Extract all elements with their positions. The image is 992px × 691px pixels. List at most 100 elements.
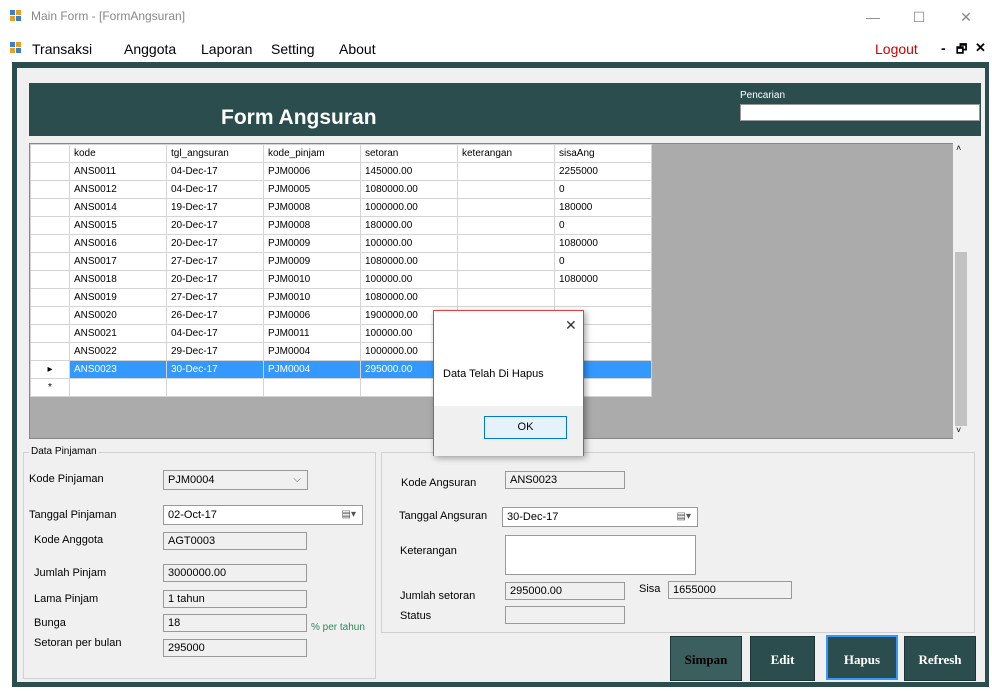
cell-sisa-ang[interactable]: 0 — [554, 180, 652, 199]
table-row[interactable]: ANS0014 19-Dec-17 PJM0008 1000000.00 180000 — [30, 198, 652, 217]
cell-kode[interactable]: ANS0022 — [69, 342, 167, 361]
cell-kode-pinjam[interactable]: PJM0011 — [263, 324, 361, 343]
cell-tgl-angsuran[interactable]: 27-Dec-17 — [166, 288, 264, 307]
cell-kode[interactable]: ANS0020 — [69, 306, 167, 325]
new-row-cell[interactable] — [263, 378, 361, 397]
hapus-button[interactable]: Hapus — [826, 635, 898, 680]
close-button[interactable]: ✕ — [946, 4, 986, 30]
cell-tgl-angsuran[interactable]: 29-Dec-17 — [166, 342, 264, 361]
row-header[interactable] — [30, 198, 70, 217]
column-header-kode-pinjam[interactable]: kode_pinjam — [263, 144, 361, 163]
row-header[interactable] — [30, 180, 70, 199]
menu-laporan[interactable]: Laporan — [201, 41, 252, 57]
refresh-button[interactable]: Refresh — [904, 636, 976, 681]
maximize-button[interactable]: ☐ — [899, 4, 939, 30]
cell-kode-pinjam[interactable]: PJM0010 — [263, 288, 361, 307]
cell-setoran[interactable]: 1080000.00 — [360, 180, 458, 199]
tanggal-angsuran-picker[interactable]: 30-Dec-17 ▤▾ — [502, 507, 698, 527]
row-header[interactable] — [30, 342, 70, 361]
cell-tgl-angsuran[interactable]: 19-Dec-17 — [166, 198, 264, 217]
menu-transaksi[interactable]: Transaksi — [32, 41, 92, 57]
cell-keterangan[interactable] — [457, 216, 555, 235]
cell-sisa-ang[interactable]: 180000 — [554, 198, 652, 217]
cell-keterangan[interactable] — [457, 198, 555, 217]
row-header[interactable] — [30, 252, 70, 271]
sisa-field[interactable]: 1655000 — [668, 581, 792, 599]
cell-kode[interactable]: ANS0011 — [69, 162, 167, 181]
scroll-up-icon[interactable]: ˄ — [956, 143, 961, 153]
cell-keterangan[interactable] — [457, 162, 555, 181]
cell-tgl-angsuran[interactable]: 20-Dec-17 — [166, 270, 264, 289]
cell-kode[interactable]: ANS0017 — [69, 252, 167, 271]
kode-anggota-field[interactable]: AGT0003 — [163, 532, 307, 550]
cell-keterangan[interactable] — [457, 252, 555, 271]
cell-sisa-ang[interactable]: 0 — [554, 252, 652, 271]
cell-sisa-ang[interactable]: 1080000 — [554, 270, 652, 289]
row-header[interactable] — [30, 288, 70, 307]
cell-kode[interactable]: ANS0015 — [69, 216, 167, 235]
child-minimize-icon[interactable]: - — [941, 40, 946, 56]
cell-tgl-angsuran[interactable]: 30-Dec-17 — [166, 360, 264, 379]
cell-kode-pinjam[interactable]: PJM0008 — [263, 198, 361, 217]
dialog-close-icon[interactable]: ✕ — [565, 317, 577, 334]
cell-kode-pinjam[interactable]: PJM0006 — [263, 162, 361, 181]
minimize-button[interactable]: — — [853, 4, 893, 30]
cell-kode-pinjam[interactable]: PJM0006 — [263, 306, 361, 325]
table-row[interactable]: ANS0016 20-Dec-17 PJM0009 100000.00 1080000 — [30, 234, 652, 253]
keterangan-textarea[interactable] — [505, 535, 696, 575]
new-row-cell[interactable] — [69, 378, 167, 397]
cell-tgl-angsuran[interactable]: 04-Dec-17 — [166, 162, 264, 181]
column-header-keterangan[interactable]: keterangan — [457, 144, 555, 163]
kode-pinjaman-combo[interactable]: PJM0004 ⌵ — [163, 470, 308, 490]
cell-kode[interactable]: ANS0019 — [69, 288, 167, 307]
cell-sisa-ang[interactable]: 1080000 — [554, 234, 652, 253]
cell-setoran[interactable]: 100000.00 — [360, 270, 458, 289]
cell-setoran[interactable]: 1080000.00 — [360, 252, 458, 271]
cell-kode[interactable]: ANS0016 — [69, 234, 167, 253]
cell-kode[interactable]: ANS0021 — [69, 324, 167, 343]
menu-anggota[interactable]: Anggota — [124, 41, 176, 57]
table-row[interactable]: ANS0015 20-Dec-17 PJM0008 180000.00 0 — [30, 216, 652, 235]
cell-keterangan[interactable] — [457, 180, 555, 199]
cell-tgl-angsuran[interactable]: 26-Dec-17 — [166, 306, 264, 325]
cell-setoran[interactable]: 1000000.00 — [360, 198, 458, 217]
cell-kode[interactable]: ANS0018 — [69, 270, 167, 289]
cell-keterangan[interactable] — [457, 234, 555, 253]
column-header-sisa-ang[interactable]: sisaAng — [554, 144, 652, 163]
search-input[interactable] — [740, 104, 980, 121]
table-row[interactable]: ANS0019 27-Dec-17 PJM0010 1080000.00 — [30, 288, 652, 307]
jumlah-pinjam-field[interactable]: 3000000.00 — [163, 564, 307, 582]
scroll-down-icon[interactable]: ˅ — [956, 425, 961, 435]
column-header-setoran[interactable]: setoran — [360, 144, 458, 163]
row-header[interactable] — [30, 216, 70, 235]
row-header[interactable] — [30, 324, 70, 343]
row-header[interactable]: ▸ — [30, 360, 70, 379]
lama-pinjam-field[interactable]: 1 tahun — [163, 590, 307, 608]
setoran-per-bulan-field[interactable]: 295000 — [163, 639, 307, 657]
row-header[interactable] — [30, 234, 70, 253]
cell-sisa-ang[interactable]: 2255000 — [554, 162, 652, 181]
child-close-icon[interactable]: ✕ — [975, 40, 986, 56]
simpan-button[interactable]: Simpan — [670, 636, 742, 681]
cell-kode-pinjam[interactable]: PJM0009 — [263, 252, 361, 271]
kode-angsuran-field[interactable]: ANS0023 — [505, 471, 625, 489]
column-header-kode[interactable]: kode — [69, 144, 167, 163]
grid-scroll-thumb[interactable] — [955, 252, 967, 426]
cell-kode-pinjam[interactable]: PJM0004 — [263, 342, 361, 361]
cell-tgl-angsuran[interactable]: 04-Dec-17 — [166, 324, 264, 343]
child-restore-icon[interactable]: 🗗 — [956, 40, 967, 61]
cell-sisa-ang[interactable] — [554, 288, 652, 307]
cell-setoran[interactable]: 145000.00 — [360, 162, 458, 181]
calendar-icon[interactable]: ▤▾ — [677, 511, 691, 522]
row-header[interactable] — [30, 270, 70, 289]
cell-keterangan[interactable] — [457, 288, 555, 307]
cell-tgl-angsuran[interactable]: 20-Dec-17 — [166, 216, 264, 235]
cell-keterangan[interactable] — [457, 270, 555, 289]
menu-about[interactable]: About — [339, 41, 376, 57]
cell-kode[interactable]: ANS0023 — [69, 360, 167, 379]
cell-kode-pinjam[interactable]: PJM0005 — [263, 180, 361, 199]
new-row-marker[interactable]: * — [30, 378, 70, 397]
row-header[interactable] — [30, 306, 70, 325]
logout-link[interactable]: Logout — [875, 41, 918, 57]
table-row[interactable]: ANS0012 04-Dec-17 PJM0005 1080000.00 0 — [30, 180, 652, 199]
